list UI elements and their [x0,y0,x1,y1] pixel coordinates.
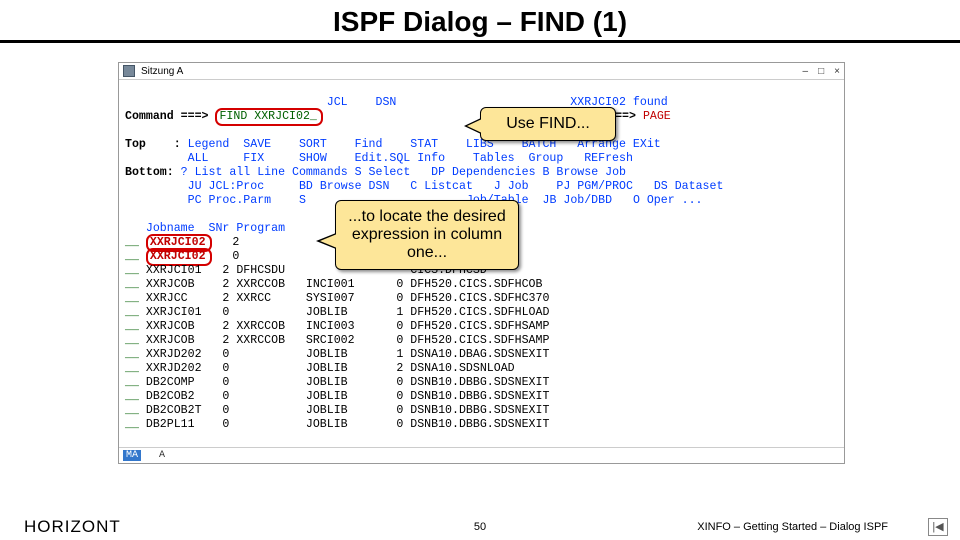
table-row[interactable]: __ DB2COB2 0 JOBLIB 0 DSNB10.DBBG.SDSNEX… [125,390,838,404]
hdr-jcl: JCL [327,96,348,109]
table-row[interactable]: __ XXRJCOB 2 XXRCCOB SRCI002 0 DFH520.CI… [125,334,838,348]
close-icon[interactable]: × [834,66,840,77]
brand-logo: HORIZONT [24,517,121,537]
table-row[interactable]: __ DB2COB2T 0 JOBLIB 0 DSNB10.DBBG.SDSNE… [125,404,838,418]
command-label: Command ===> [125,110,209,123]
table-row[interactable]: __ DB2PL11 0 JOBLIB 0 DSNB10.DBBG.SDSNEX… [125,418,838,432]
table-row[interactable]: __ XXRJCOB 2 XXRCCOB INCI003 0 DFH520.CI… [125,320,838,334]
table-row[interactable]: __ XXRJCOB 2 XXRCCOB INCI001 0 DFH520.CI… [125,278,838,292]
callout-locate: ...to locate the desired expression in c… [335,200,519,270]
window-titlebar: Sitzung A – □ × [119,63,844,80]
callout-use-find: Use FIND... [480,107,616,141]
top-label: Top : [125,138,181,151]
table-row[interactable]: __ XXRJD202 0 JOBLIB 1 DSNA10.DBAG.SDSNE… [125,348,838,362]
command-input[interactable]: FIND XXRJCI02_ [215,108,322,126]
footer-right: XINFO – Getting Started – Dialog ISPF [697,521,888,533]
terminal-statusbar: MA A [119,447,844,463]
top-menu-2[interactable]: ALL FIX SHOW Edit.SQL Info Tables Group … [188,152,633,165]
divider [0,40,960,43]
app-icon [123,65,135,77]
scroll-value[interactable]: PAGE [643,110,671,123]
maximize-icon[interactable]: □ [818,66,824,77]
bottom-label: Bottom: [125,166,174,179]
window-title: Sitzung A [141,66,183,77]
minimize-icon[interactable]: – [803,66,809,77]
table-row[interactable]: __ XXRJCI01 0 JOBLIB 1 DFH520.CICS.SDFHL… [125,306,838,320]
table-row[interactable]: __ XXRJCC 2 XXRCC SYSI007 0 DFH520.CICS.… [125,292,838,306]
table-row[interactable]: __ XXRJD202 0 JOBLIB 2 DSNA10.SDSNLOAD [125,362,838,376]
nav-first-icon[interactable]: |◀ [928,518,948,536]
slide-title: ISPF Dialog – FIND (1) [0,6,960,38]
hdr-dsn: DSN [375,96,396,109]
table-row[interactable]: __ DB2COMP 0 JOBLIB 0 DSNB10.DBBG.SDSNEX… [125,376,838,390]
page-number: 50 [474,521,486,533]
slide-footer: HORIZONT 50 XINFO – Getting Started – Di… [0,513,960,540]
